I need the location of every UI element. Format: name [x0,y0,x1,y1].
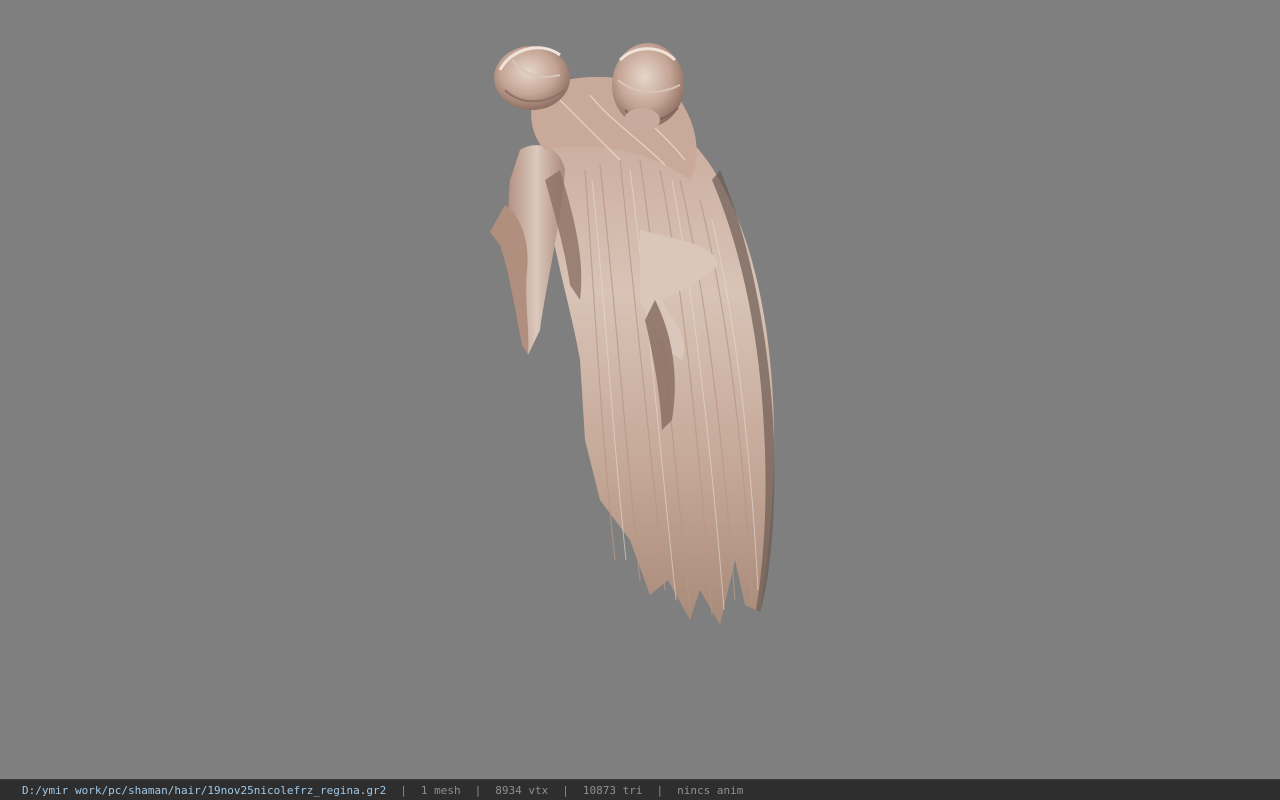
3d-viewport[interactable] [0,0,1280,779]
triangle-count: 10873 tri [582,783,643,797]
separator: | [562,783,569,797]
separator: | [656,783,664,797]
separator: | [474,783,482,797]
mesh-count: 1 mesh [420,783,461,797]
file-path: D:/ymir work/pc/shaman/hair/19nov25nicol… [22,783,387,797]
hair-model-render [490,43,775,626]
vertex-count: 8934 vtx [495,783,549,797]
animation-status: nincs anim [677,783,744,797]
status-bar: D:/ymir work/pc/shaman/hair/19nov25nicol… [0,779,1280,800]
separator: | [400,783,407,797]
